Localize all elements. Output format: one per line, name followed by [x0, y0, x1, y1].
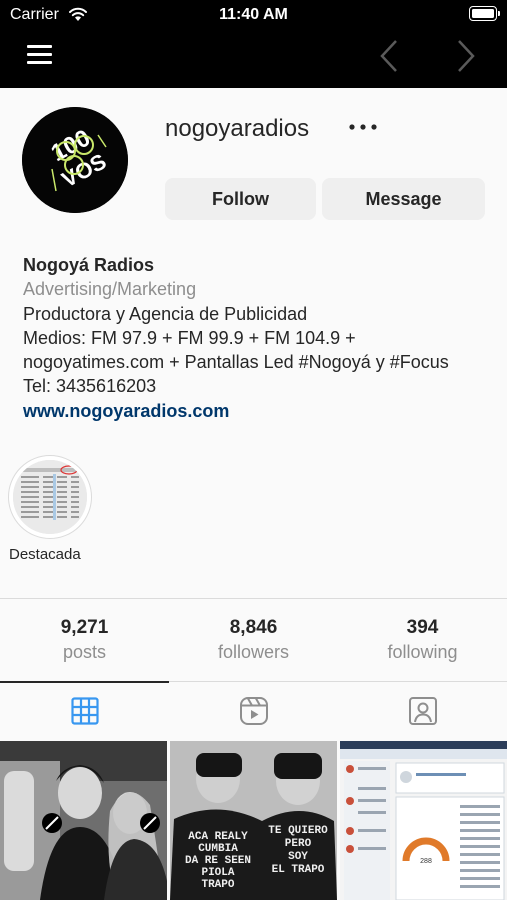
- bio-category: Advertising/Marketing: [23, 279, 197, 300]
- shirt-text: PIOLA: [201, 867, 234, 879]
- shirt-text: SOY: [288, 851, 308, 863]
- posts-label: posts: [62, 642, 107, 662]
- shirt-text: TRAPO: [201, 879, 234, 891]
- story-highlight[interactable]: [8, 455, 92, 539]
- bio-line: nogoyatimes.com + Pantallas Led #Nogoyá …: [23, 352, 449, 373]
- shirt-text: CUMBIA: [198, 843, 238, 855]
- followers-label: followers: [217, 642, 290, 662]
- tab-tagged[interactable]: [338, 682, 507, 740]
- highlight-label: Destacada: [9, 546, 81, 563]
- message-button[interactable]: Message: [322, 178, 485, 220]
- bio-website-link[interactable]: www.nogoyaradios.com: [23, 399, 493, 423]
- post-thumbnail[interactable]: 288: [340, 741, 507, 900]
- status-time: 11:40 AM: [219, 6, 288, 23]
- svg-text:288: 288: [420, 858, 432, 865]
- post-thumbnail[interactable]: [0, 741, 167, 900]
- stat-posts[interactable]: 9,271 posts: [0, 617, 169, 663]
- post-photo-3: 288: [340, 741, 507, 900]
- tab-posts-grid[interactable]: [0, 682, 169, 740]
- posts-count: 9,271: [60, 617, 109, 638]
- following-count: 394: [406, 617, 439, 638]
- bio-line: Tel: 3435616203: [23, 376, 157, 397]
- shirt-text: ACA REALY: [188, 831, 248, 843]
- highlight-thumbnail: [13, 460, 87, 534]
- profile-avatar[interactable]: 100 VOS: [22, 107, 128, 213]
- avatar-logo: 100 VOS: [22, 107, 128, 213]
- tab-reels[interactable]: [169, 682, 338, 740]
- battery-icon: [469, 6, 500, 21]
- bio-line: Productora y Agencia de Publicidad: [23, 303, 308, 324]
- grid-icon: [70, 697, 99, 725]
- shirt-text: PERO: [285, 838, 312, 850]
- post-photo-2: ACA REALY CUMBIA DA RE SEEN PIOLA TRAPO …: [170, 741, 337, 900]
- forward-chevron-icon[interactable]: [453, 38, 479, 74]
- bio-name: Nogoyá Radios: [23, 255, 155, 275]
- reels-icon: [239, 697, 268, 725]
- profile-username: nogoyaradios: [165, 115, 310, 142]
- stat-followers[interactable]: 8,846 followers: [169, 617, 338, 663]
- status-bar: Carrier 11:40 AM: [0, 0, 507, 30]
- top-bar: Carrier 11:40 AM: [0, 0, 507, 88]
- following-label: following: [387, 642, 458, 662]
- more-options-icon[interactable]: [348, 120, 378, 134]
- post-photo-1: [0, 741, 167, 900]
- follow-button[interactable]: Follow: [165, 178, 316, 220]
- profile-bio: Nogoyá Radios Advertising/Marketing Prod…: [23, 253, 493, 423]
- shirt-text: EL TRAPO: [272, 864, 325, 876]
- shirt-text: DA RE SEEN: [185, 855, 251, 867]
- menu-icon[interactable]: [27, 45, 52, 65]
- stat-following[interactable]: 394 following: [338, 617, 507, 663]
- shirt-text: TE QUIERO: [268, 825, 328, 837]
- bio-line: Medios: FM 97.9 + FM 99.9 + FM 104.9 +: [23, 327, 356, 348]
- back-chevron-icon[interactable]: [376, 38, 402, 74]
- followers-count: 8,846: [229, 617, 278, 638]
- stats-divider-top: [0, 598, 507, 599]
- tagged-icon: [408, 697, 437, 725]
- post-thumbnail[interactable]: ACA REALY CUMBIA DA RE SEEN PIOLA TRAPO …: [170, 741, 337, 900]
